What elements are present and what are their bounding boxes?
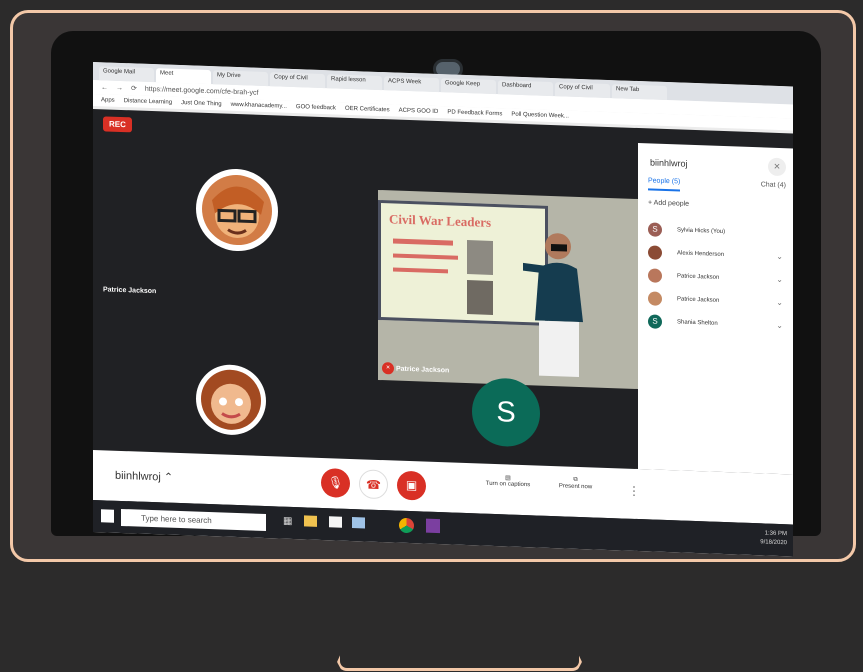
- panel-title: biinhlwroj: [650, 157, 688, 169]
- bookmark-item[interactable]: Just One Thing: [181, 100, 222, 107]
- chevron-up-icon[interactable]: ⌃: [164, 471, 173, 483]
- browser-tab[interactable]: My Drive: [213, 70, 268, 87]
- participant-avatar: [648, 267, 662, 283]
- bookmark-item[interactable]: OER Certificates: [345, 106, 390, 114]
- add-person-icon: +: [648, 199, 653, 207]
- presenter-person-icon: [523, 233, 583, 377]
- chevron-down-icon[interactable]: ⌄: [776, 275, 783, 284]
- more-options-icon[interactable]: ⋮: [628, 484, 640, 498]
- laptop-screen: Google Mail Meet My Drive Copy of Civil …: [93, 62, 793, 557]
- list-item[interactable]: S Shania Shelton ⌄: [638, 309, 793, 337]
- browser-tab[interactable]: Dashboard: [498, 80, 553, 97]
- outer-monitor-frame: Google Mail Meet My Drive Copy of Civil …: [10, 10, 856, 562]
- browser-tab[interactable]: Google Keep: [441, 78, 496, 95]
- bookmark-item[interactable]: Distance Learning: [124, 98, 172, 106]
- bookmark-item[interactable]: PD Feedback Forms: [447, 109, 502, 117]
- camera-off-button[interactable]: ▣: [397, 470, 426, 501]
- store-icon[interactable]: [329, 516, 342, 528]
- participant-list: S Sylvia Hicks (You) Alexis Henderson ⌄ Pa…: [638, 217, 793, 337]
- microphone-off-button[interactable]: 🎙: [321, 467, 350, 498]
- participant-name: Patrice Jackson: [677, 272, 720, 281]
- people-panel: biinhlwroj × People (5) Chat (4) + Add p…: [638, 143, 793, 475]
- add-people-button[interactable]: + Add people: [648, 199, 689, 207]
- participant-avatar: [648, 290, 662, 306]
- hang-up-button[interactable]: ☎: [359, 469, 388, 500]
- browser-tab[interactable]: Rapid lesson: [327, 74, 382, 91]
- participant-name: Patrice Jackson: [677, 295, 720, 304]
- people-chat-tabs: People (5) Chat (4): [648, 177, 786, 195]
- mail-icon[interactable]: [352, 517, 365, 529]
- add-people-label: Add people: [653, 199, 690, 208]
- browser-tab[interactable]: Copy of Civil: [555, 82, 610, 99]
- bookmark-item[interactable]: ACPS GOO ID: [399, 108, 439, 115]
- close-icon[interactable]: ×: [768, 157, 786, 177]
- present-button[interactable]: ⧉ Present now: [548, 476, 603, 491]
- browser-tab[interactable]: New Tab: [612, 84, 667, 101]
- presenter-muted-icon: ×: [382, 362, 394, 375]
- participant-avatar: [196, 363, 266, 437]
- browser-tab[interactable]: Google Mail: [99, 66, 154, 83]
- participant-name: Alexis Henderson: [677, 249, 725, 258]
- tab-chat[interactable]: Chat (4): [761, 181, 786, 195]
- participant-avatar: S: [472, 377, 540, 448]
- browser-tab[interactable]: Meet: [156, 68, 211, 85]
- participant-avatar: [648, 244, 662, 260]
- bookmark-item[interactable]: Apps: [101, 97, 115, 103]
- present-label: Present now: [558, 483, 593, 491]
- file-explorer-icon[interactable]: [304, 515, 317, 527]
- bitmoji-avatar-icon: [201, 369, 261, 430]
- taskbar-search-input[interactable]: Type here to search: [121, 508, 266, 532]
- captions-button[interactable]: ▤ Turn on captions: [473, 473, 543, 488]
- browser-tab[interactable]: Copy of Civil: [270, 72, 325, 89]
- slide-title: Civil War Leaders: [389, 211, 492, 230]
- reload-icon[interactable]: ⟳: [131, 84, 137, 92]
- windows-start-icon[interactable]: [101, 509, 114, 523]
- clock-date: 9/18/2020: [760, 539, 787, 547]
- chevron-down-icon[interactable]: ⌄: [776, 321, 783, 330]
- bookmark-item[interactable]: GOO feedback: [296, 104, 336, 111]
- meeting-code-label: biinhlwroj: [115, 469, 161, 484]
- url-text[interactable]: https://meet.google.com/cfe-brah-ycf: [145, 85, 259, 96]
- chevron-down-icon[interactable]: ⌄: [776, 252, 783, 261]
- meeting-code[interactable]: biinhlwroj ⌃: [115, 469, 173, 484]
- bookmark-item[interactable]: www.khanacademy...: [231, 102, 287, 110]
- system-clock: 1:36 PM 9/18/2020: [760, 529, 787, 548]
- participant-name: Shania Shelton: [677, 318, 718, 327]
- participant-avatar: S: [648, 313, 662, 329]
- participant-avatar: [196, 167, 278, 253]
- task-view-icon[interactable]: ▦: [283, 516, 292, 527]
- participant-name: Sylvia Hicks (You): [677, 226, 726, 235]
- forward-icon[interactable]: →: [116, 84, 123, 91]
- browser-tab[interactable]: ACPS Week: [384, 76, 439, 93]
- captions-label: Turn on captions: [485, 480, 531, 489]
- recording-badge: REC: [103, 116, 132, 133]
- participant-avatar: S: [648, 221, 662, 237]
- bitmoji-avatar-icon: [202, 175, 272, 246]
- onenote-icon[interactable]: [426, 518, 440, 534]
- monitor-stand: [337, 559, 582, 671]
- tab-people[interactable]: People (5): [648, 177, 681, 192]
- chrome-icon[interactable]: [399, 517, 414, 534]
- chevron-down-icon[interactable]: ⌄: [776, 298, 783, 307]
- presenter-name: Patrice Jackson: [396, 365, 450, 375]
- bookmark-item[interactable]: Poll Question Week...: [511, 112, 569, 120]
- presenter-video: Civil War Leaders × Patrice Jackson: [378, 189, 638, 390]
- back-icon[interactable]: ←: [101, 84, 108, 91]
- participant-name: Patrice Jackson: [103, 286, 157, 296]
